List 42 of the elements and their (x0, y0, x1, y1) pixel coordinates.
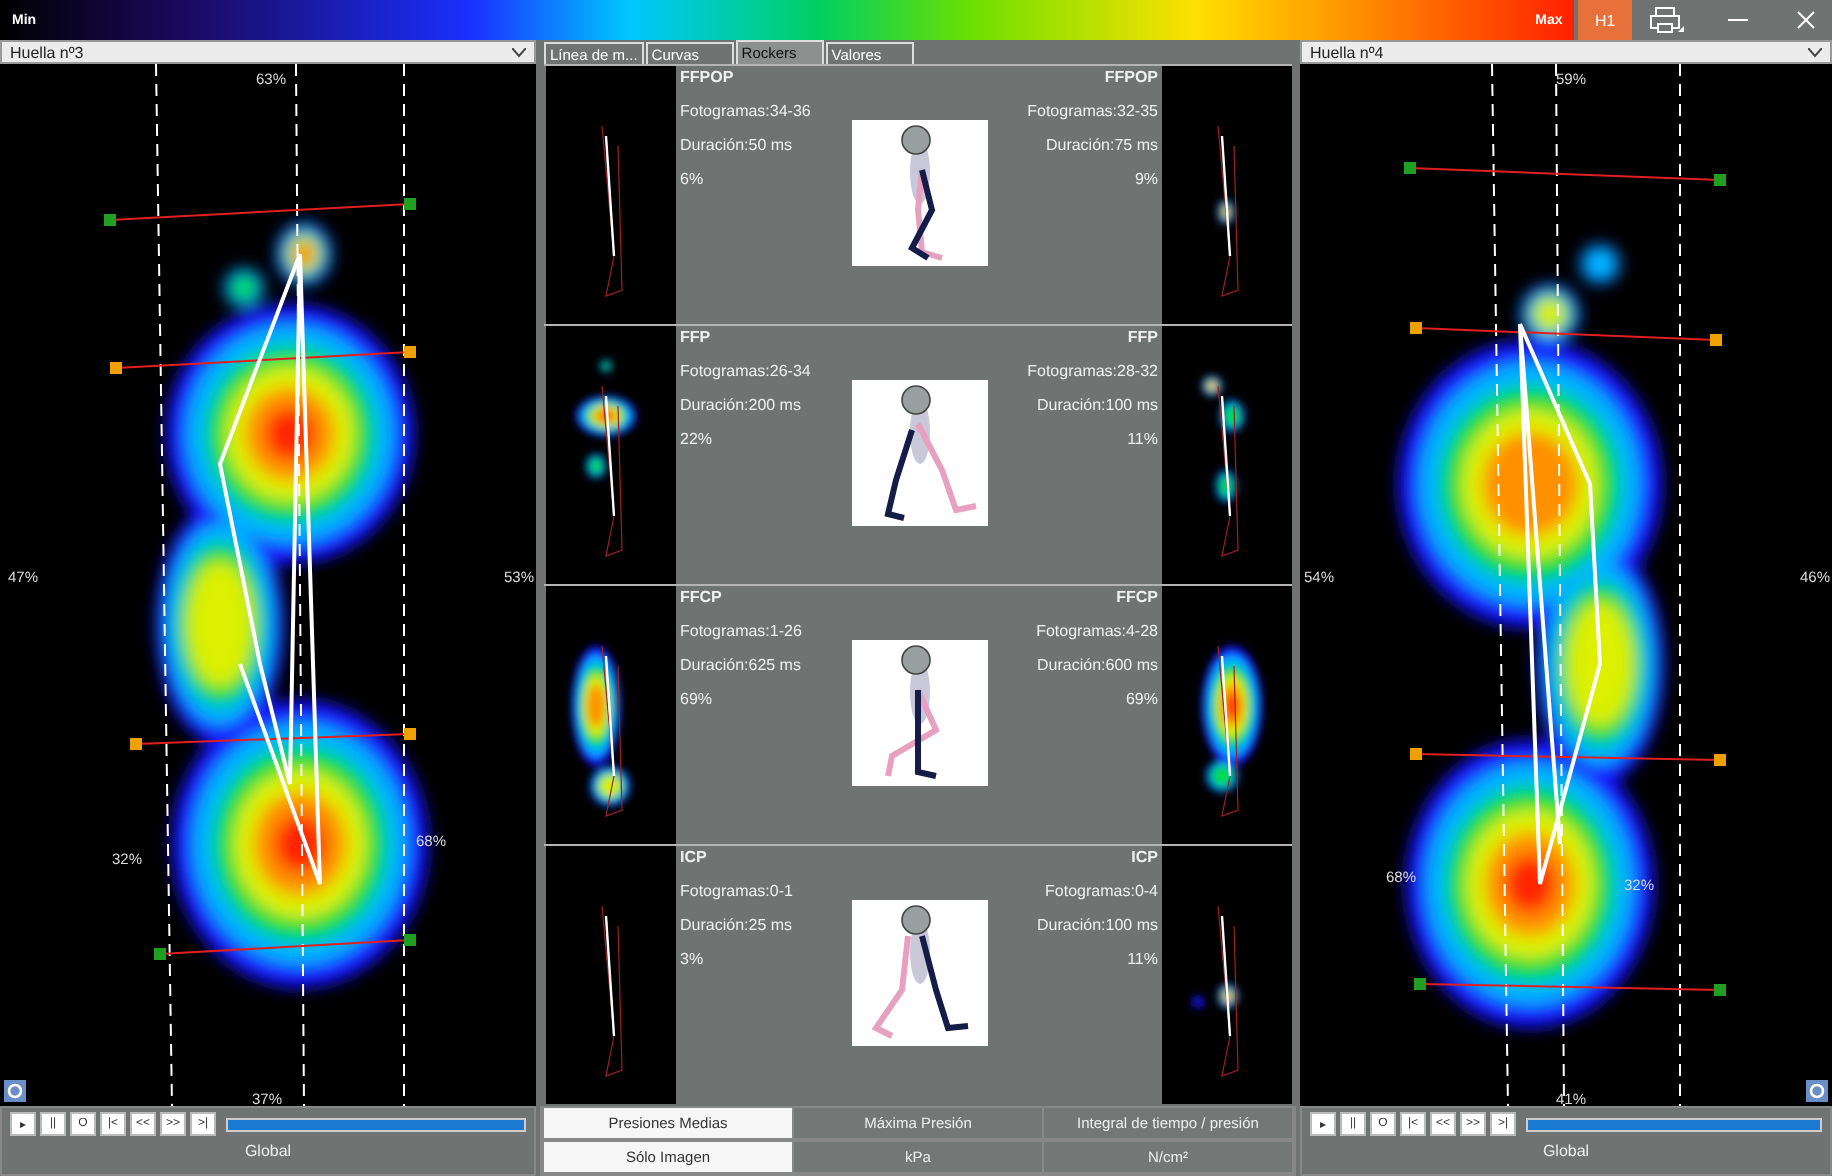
phase-name: ICP (680, 848, 709, 866)
refresh-icon[interactable] (4, 1080, 26, 1102)
percent-text: 69% (1125, 690, 1158, 708)
caret-icon (512, 47, 526, 57)
duration-text: Duración:200 ms (680, 396, 803, 414)
playback-slider[interactable] (1526, 1117, 1822, 1131)
percent-text: 3% (680, 950, 706, 968)
duration-text: Duración:600 ms (1037, 656, 1158, 674)
frames-text: Fotogramas:0-4 (1045, 882, 1158, 900)
phase-name: FFCP (680, 588, 724, 606)
phase-name: FFP (1127, 328, 1158, 346)
footprint-dropdown[interactable]: Huella nº3 (0, 40, 536, 64)
percent-text: 22% (680, 430, 715, 448)
frames-text: Fotogramas:1-26 (680, 622, 804, 640)
phase-name: FFPOP (680, 68, 736, 86)
mode-label: Global (242, 1142, 294, 1160)
phase-name: ICP (1131, 848, 1158, 866)
frames-text: Fotogramas:32-35 (1027, 102, 1158, 120)
duration-text: Duración:25 ms (680, 916, 795, 934)
duration-text: Duración:75 ms (1045, 136, 1158, 154)
phase-name: FFPOP (1104, 68, 1158, 86)
phase-name: FFP (680, 328, 713, 346)
duration-text: Duración:100 ms (1037, 916, 1158, 934)
percent-text: 6% (680, 170, 706, 188)
phase-name: FFCP (1116, 588, 1158, 606)
duration-text: Duración:50 ms (680, 136, 795, 154)
frames-text: Fotogramas:28-32 (1027, 362, 1158, 380)
footprint-dropdown[interactable]: Huella nº4 (1300, 40, 1832, 64)
frames-text: Fotogramas:26-34 (680, 362, 813, 380)
frames-text: Fotogramas:34-36 (680, 102, 813, 120)
duration-text: Duración:625 ms (680, 656, 803, 674)
frames-text: Fotogramas:4-28 (1036, 622, 1158, 640)
duration-text: Duración:100 ms (1037, 396, 1158, 414)
playback-slider[interactable] (226, 1117, 526, 1131)
caret-icon (1808, 47, 1822, 57)
percent-text: 69% (680, 690, 715, 708)
refresh-icon[interactable] (1806, 1080, 1828, 1102)
percent-text: 11% (1127, 430, 1158, 448)
percent-text: 9% (1134, 170, 1158, 188)
mode-label: Global (1540, 1142, 1592, 1160)
percent-text: 11% (1127, 950, 1158, 968)
frames-text: Fotogramas:0-1 (680, 882, 795, 900)
